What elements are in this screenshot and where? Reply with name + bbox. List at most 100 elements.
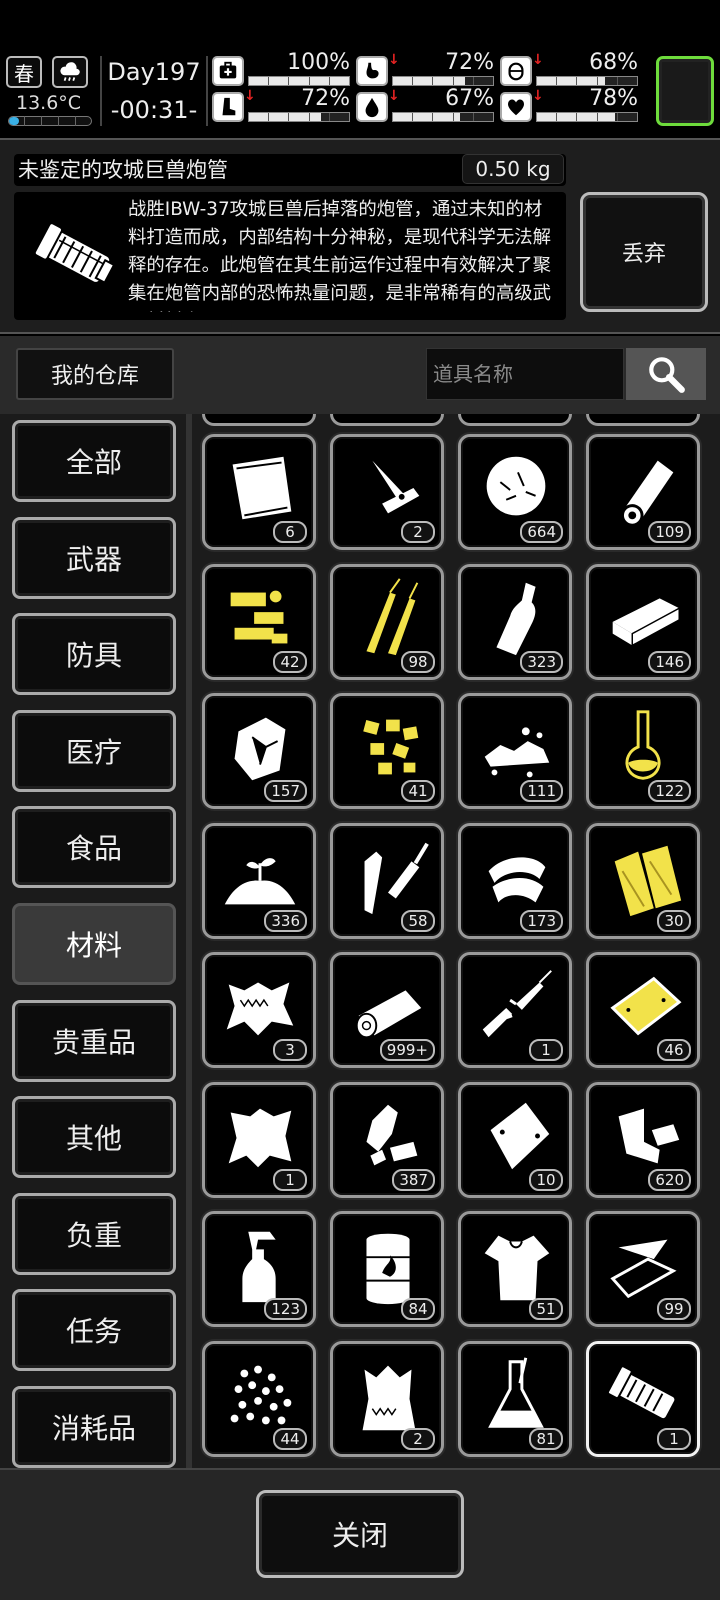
- stat-bar: [536, 112, 638, 122]
- inventory-slot[interactable]: 2: [330, 1340, 444, 1457]
- item-count: 387: [392, 1168, 435, 1191]
- stat-mood: ↓ 78%: [500, 86, 640, 124]
- category-tab[interactable]: 负重: [12, 1192, 176, 1275]
- category-tab[interactable]: 任务: [12, 1289, 176, 1372]
- inventory-slot[interactable]: 123: [202, 1211, 316, 1327]
- category-tab[interactable]: 材料: [12, 903, 176, 985]
- inventory-slot[interactable]: 44: [202, 1340, 316, 1457]
- cloud-rain-icon: [52, 56, 88, 88]
- item-count: 1: [273, 1168, 307, 1191]
- cannon-barrel-icon: [606, 1364, 675, 1418]
- bottle-icon: [496, 582, 536, 655]
- stat-bar: [392, 76, 494, 86]
- inventory-slot[interactable]: 336: [202, 822, 316, 939]
- gravel-icon: [484, 727, 550, 778]
- inventory-slot[interactable]: 157: [202, 693, 316, 809]
- category-tab[interactable]: 全部: [12, 420, 176, 502]
- inventory-slot[interactable]: 173: [458, 822, 572, 939]
- flask-icon: [625, 710, 661, 780]
- boot-icon: [212, 92, 244, 122]
- log-icon: [355, 990, 422, 1039]
- inventory-slot[interactable]: 98: [330, 563, 444, 680]
- item-count: 2: [401, 521, 435, 543]
- inventory-slot[interactable]: 1: [586, 1340, 700, 1457]
- inventory-slot[interactable]: 664: [458, 434, 572, 550]
- inventory-slot[interactable]: 2: [330, 434, 444, 550]
- item-count: 44: [273, 1427, 307, 1450]
- category-tab[interactable]: 食品: [12, 806, 176, 889]
- sack-icon: [362, 1365, 416, 1430]
- item-count: 51: [529, 1298, 563, 1320]
- category-tab[interactable]: 医疗: [12, 709, 176, 792]
- season-label: 春: [14, 61, 34, 86]
- tab-my-warehouse[interactable]: 我的仓库: [16, 348, 174, 400]
- search-button[interactable]: [626, 348, 706, 400]
- inventory-slot[interactable]: 1: [458, 952, 572, 1068]
- close-button[interactable]: 关闭: [256, 1490, 464, 1578]
- item-count: 84: [401, 1298, 435, 1320]
- item-count: 30: [657, 909, 691, 932]
- inventory-slot[interactable]: 122: [586, 693, 700, 809]
- stat-stamina: ↓ 68%: [500, 50, 640, 88]
- category-tab[interactable]: 其他: [12, 1096, 176, 1179]
- discard-button[interactable]: 丢弃: [580, 192, 708, 312]
- stat-value: 68%: [589, 50, 638, 75]
- inventory-slot[interactable]: 323: [458, 563, 572, 680]
- inventory-slot[interactable]: 30: [586, 822, 700, 939]
- item-count: 81: [529, 1427, 563, 1450]
- item-description: 战胜IBW-37攻城巨兽后掉落的炮管，通过未知的材料打造而成，内部结构十分神秘，…: [128, 199, 551, 312]
- stat-bar: [392, 112, 494, 122]
- inventory-slot[interactable]: 620: [586, 1081, 700, 1198]
- day-counter: Day197: [107, 58, 201, 86]
- inventory-slot[interactable]: 81: [458, 1340, 572, 1457]
- inventory-slot[interactable]: 41: [330, 693, 444, 809]
- inventory-slot[interactable]: 58: [330, 822, 444, 939]
- stat-value: 72%: [301, 86, 350, 111]
- brick-block-icon: [612, 597, 680, 647]
- inventory-slot[interactable]: 42: [202, 563, 316, 680]
- inventory-slot[interactable]: 10: [458, 1081, 572, 1198]
- category-tab[interactable]: 贵重品: [12, 999, 176, 1082]
- leather-hide-icon: [228, 1108, 292, 1167]
- item-count: 1: [529, 1039, 563, 1061]
- gold-plate-icon: [610, 976, 682, 1036]
- cannon-barrel-icon: [20, 198, 128, 312]
- paper-roll-icon: [621, 460, 674, 527]
- item-count: 2: [401, 1427, 435, 1450]
- inventory-slot[interactable]: 51: [458, 1211, 572, 1327]
- item-count: 42: [273, 650, 307, 673]
- item-count: 58: [401, 909, 435, 932]
- inventory-slot[interactable]: 6: [202, 434, 316, 550]
- item-count: 157: [264, 780, 307, 802]
- inventory-slot[interactable]: 999+: [330, 952, 444, 1068]
- inventory-slot[interactable]: 146: [586, 563, 700, 680]
- medkit-icon: [212, 56, 244, 86]
- category-tab[interactable]: 防具: [12, 613, 176, 696]
- inventory-slot[interactable]: 99: [586, 1211, 700, 1327]
- heart-icon: [500, 92, 532, 122]
- item-count: 146: [648, 650, 691, 673]
- beaker-icon: [488, 1356, 544, 1428]
- glass-shards-icon: [610, 1239, 677, 1299]
- search-icon: [649, 357, 685, 393]
- item-count: 664: [520, 521, 563, 543]
- inventory-slot[interactable]: 111: [458, 693, 572, 809]
- inventory-slot[interactable]: 3: [202, 952, 316, 1068]
- inventory-slot[interactable]: 1: [202, 1081, 316, 1198]
- sprout-soil-icon: [224, 857, 296, 904]
- inventory-slot[interactable]: 46: [586, 952, 700, 1068]
- inventory-slot[interactable]: 109: [586, 434, 700, 550]
- inventory-slot[interactable]: 84: [330, 1211, 444, 1327]
- stat-hunger: ↓ 72%: [356, 50, 496, 88]
- bottom-bar: 关闭: [0, 1468, 720, 1600]
- gold-parts-icon: [230, 590, 288, 643]
- equipment-slot[interactable]: [656, 56, 714, 126]
- inventory-slot[interactable]: 387: [330, 1081, 444, 1198]
- torn-shirt-icon: [484, 1235, 550, 1301]
- category-tab[interactable]: 消耗品: [12, 1386, 176, 1468]
- lungs-icon: [500, 56, 532, 86]
- item-search-input[interactable]: [426, 348, 624, 400]
- category-tab[interactable]: 武器: [12, 516, 176, 599]
- item-count: 111: [520, 780, 563, 802]
- arrow-down-icon: ↓: [532, 88, 544, 104]
